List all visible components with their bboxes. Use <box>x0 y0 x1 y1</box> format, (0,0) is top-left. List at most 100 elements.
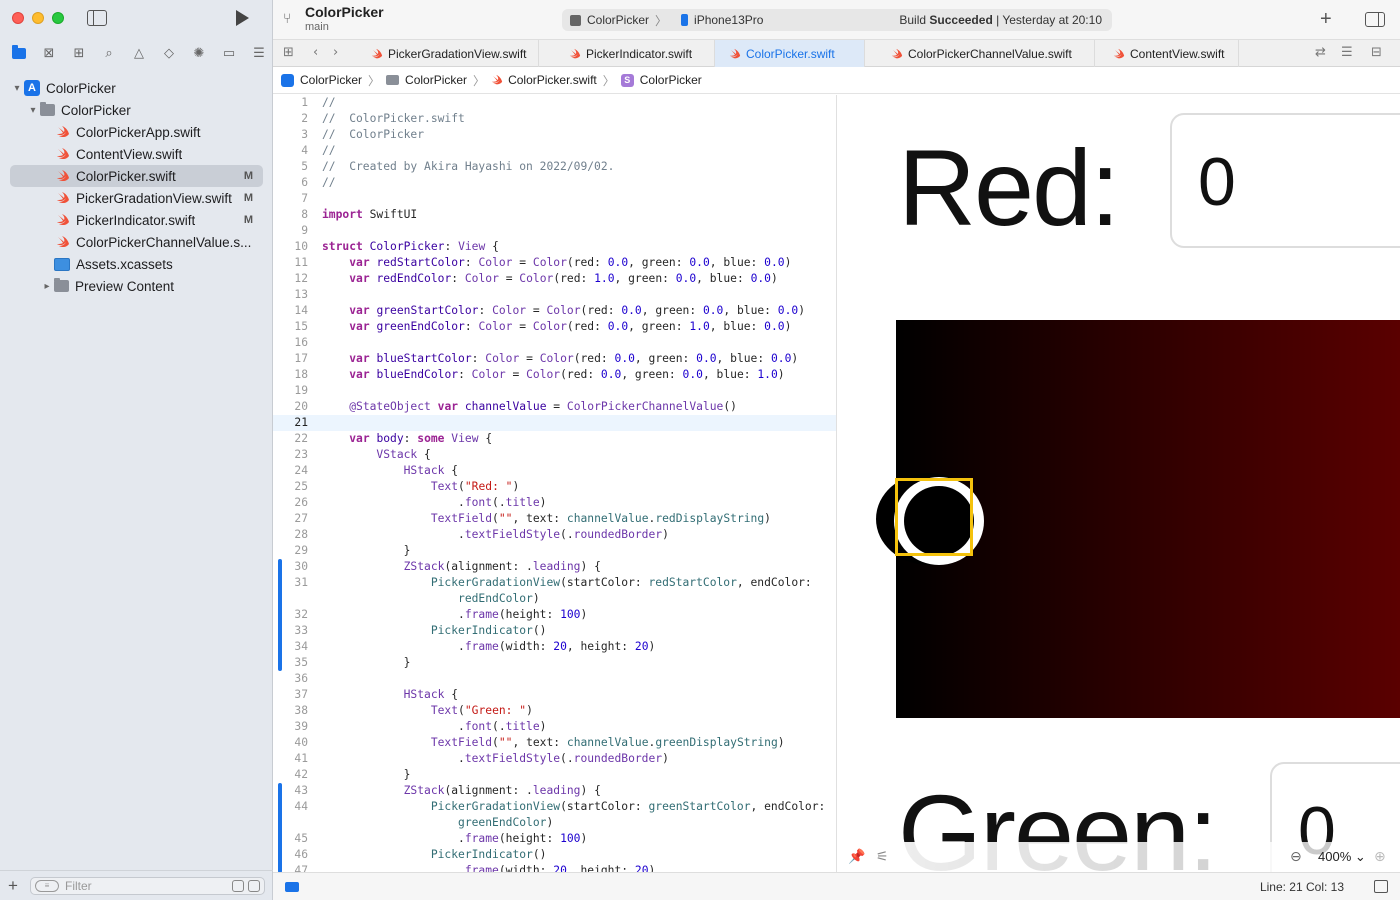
code-line[interactable]: 29 } <box>273 543 836 559</box>
variants-icon[interactable]: ⚟ <box>876 849 889 865</box>
code-line[interactable]: 19 <box>273 383 836 399</box>
code-line[interactable]: 46 PickerIndicator() <box>273 847 836 863</box>
code-line[interactable]: 33 PickerIndicator() <box>273 623 836 639</box>
debug-area-toggle-icon[interactable] <box>1374 880 1388 893</box>
source-editor[interactable]: 1 // 2 // ColorPicker.swift 3 // ColorPicker 4… <box>273 95 837 872</box>
filter-input[interactable]: ≡ Filter <box>30 876 265 895</box>
code-line[interactable]: 42 } <box>273 767 836 783</box>
breadcrumb-file[interactable]: ColorPicker.swift <box>491 73 597 87</box>
tab-color-picker[interactable]: ColorPicker.swift <box>715 40 865 67</box>
tab-content-view[interactable]: ContentView.swift <box>1099 40 1239 67</box>
library-plus-button[interactable]: + <box>1320 8 1332 31</box>
run-button[interactable] <box>236 10 249 26</box>
breadcrumb-symbol[interactable]: S ColorPicker <box>620 73 702 87</box>
code-line[interactable]: 38 Text("Green: ") <box>273 703 836 719</box>
tab-color-picker-channel-value[interactable]: ColorPickerChannelValue.swift <box>877 40 1095 67</box>
code-line[interactable]: 25 Text("Red: ") <box>273 479 836 495</box>
code-line[interactable]: 13 <box>273 287 836 303</box>
code-line[interactable]: 11 var redStartColor: Color = Color(red:… <box>273 255 836 271</box>
sidebar-toggle-icon[interactable] <box>87 10 107 26</box>
code-line[interactable]: 37 HStack { <box>273 687 836 703</box>
preview-canvas[interactable]: Red: 0 Green: 0 <box>838 95 1400 872</box>
breakpoint-navigator-tab[interactable]: ▭ <box>216 42 242 64</box>
breadcrumb-folder[interactable]: ColorPicker <box>386 73 467 87</box>
test-navigator-tab[interactable]: ◇ <box>156 42 182 64</box>
code-line[interactable]: 10 struct ColorPicker: View { <box>273 239 836 255</box>
minimize-window-button[interactable] <box>32 12 44 24</box>
find-navigator-tab[interactable]: ⌕ <box>96 42 122 64</box>
code-line[interactable]: 27 TextField("", text: channelValue.redD… <box>273 511 836 527</box>
code-line[interactable]: 8 import SwiftUI <box>273 207 836 223</box>
code-line[interactable]: 7 <box>273 191 836 207</box>
code-line[interactable]: 16 <box>273 335 836 351</box>
red-value-field[interactable]: 0 <box>1170 113 1400 248</box>
split-editor-icon[interactable]: ⊟ <box>1371 45 1382 60</box>
code-line[interactable]: redEndColor) <box>273 591 836 607</box>
tree-row-folder[interactable]: ▾ ColorPicker <box>10 99 263 121</box>
issue-navigator-tab[interactable]: △ <box>126 42 152 64</box>
code-line[interactable]: 45 .frame(height: 100) <box>273 831 836 847</box>
close-window-button[interactable] <box>12 12 24 24</box>
code-line[interactable]: 20 @StateObject var channelValue = Color… <box>273 399 836 415</box>
code-line[interactable]: 21 <box>273 415 836 431</box>
tree-row-file[interactable]: ContentView.swift <box>10 143 263 165</box>
tree-row-file[interactable]: PickerGradationView.swift M <box>10 187 263 209</box>
source-control-filter-icon[interactable] <box>248 879 260 892</box>
zoom-out-icon[interactable]: ⊖ <box>1290 849 1302 865</box>
tree-row-folder[interactable]: ▸ Preview Content <box>10 275 263 297</box>
code-line[interactable]: 14 var greenStartColor: Color = Color(re… <box>273 303 836 319</box>
code-line[interactable]: 2 // ColorPicker.swift <box>273 111 836 127</box>
code-line[interactable]: 30 ZStack(alignment: .leading) { <box>273 559 836 575</box>
inspector-toggle-icon[interactable] <box>1365 12 1385 27</box>
code-line[interactable]: 3 // ColorPicker <box>273 127 836 143</box>
code-line[interactable]: 35 } <box>273 655 836 671</box>
code-line[interactable]: 6 // <box>273 175 836 191</box>
code-line[interactable]: 4 // <box>273 143 836 159</box>
code-line[interactable]: 18 var blueEndColor: Color = Color(red: … <box>273 367 836 383</box>
tree-row-project[interactable]: ▾ A ColorPicker <box>10 77 263 99</box>
code-line[interactable]: 12 var redEndColor: Color = Color(red: 1… <box>273 271 836 287</box>
code-line[interactable]: 22 var body: some View { <box>273 431 836 447</box>
code-line[interactable]: 43 ZStack(alignment: .leading) { <box>273 783 836 799</box>
back-arrow-icon[interactable]: ‹ <box>313 45 318 60</box>
code-line[interactable]: 47 .frame(width: 20, height: 20) <box>273 863 836 872</box>
code-line[interactable]: 40 TextField("", text: channelValue.gree… <box>273 735 836 751</box>
report-navigator-tab[interactable]: ☰ <box>246 42 272 64</box>
code-line[interactable]: 28 .textFieldStyle(.roundedBorder) <box>273 527 836 543</box>
code-line[interactable]: 44 PickerGradationView(startColor: green… <box>273 799 836 815</box>
symbol-navigator-tab[interactable]: ⊞ <box>66 42 92 64</box>
tree-row-file[interactable]: PickerIndicator.swift M <box>10 209 263 231</box>
tree-row-file-selected[interactable]: ColorPicker.swift M <box>10 165 263 187</box>
code-line[interactable]: 31 PickerGradationView(startColor: redSt… <box>273 575 836 591</box>
source-control-navigator-tab[interactable]: ⊠ <box>36 42 62 64</box>
code-line[interactable]: 32 .frame(height: 100) <box>273 607 836 623</box>
tree-row-file[interactable]: ColorPickerChannelValue.s... <box>10 231 263 253</box>
breadcrumb-project[interactable]: ColorPicker <box>281 73 362 87</box>
code-line[interactable]: 39 .font(.title) <box>273 719 836 735</box>
code-line[interactable]: 34 .frame(width: 20, height: 20) <box>273 639 836 655</box>
code-line[interactable]: 36 <box>273 671 836 687</box>
destination-selector[interactable]: iPhone13Pro <box>675 13 763 27</box>
tree-row-file[interactable]: ColorPickerApp.swift <box>10 121 263 143</box>
code-line[interactable]: 24 HStack { <box>273 463 836 479</box>
editor-options-icon[interactable]: ☰ <box>1341 45 1353 60</box>
chevron-right-icon[interactable]: ▸ <box>40 281 54 292</box>
pin-icon[interactable]: 📌 <box>848 849 865 865</box>
code-line[interactable]: 41 .textFieldStyle(.roundedBorder) <box>273 751 836 767</box>
recent-files-icon[interactable] <box>232 879 244 892</box>
code-line[interactable]: 26 .font(.title) <box>273 495 836 511</box>
debug-navigator-tab[interactable]: ✺ <box>186 42 212 64</box>
tab-picker-gradation-view[interactable]: PickerGradationView.swift <box>357 40 539 67</box>
debug-toggle-icon[interactable] <box>285 882 299 892</box>
code-line[interactable]: greenEndColor) <box>273 815 836 831</box>
chevron-down-icon[interactable]: ▾ <box>10 83 24 94</box>
zoom-level-select[interactable]: 400% ⌄ <box>1318 849 1366 865</box>
grid-icon[interactable]: ⊞ <box>283 45 294 60</box>
code-line[interactable]: 5 // Created by Akira Hayashi on 2022/09/… <box>273 159 836 175</box>
code-line[interactable]: 23 VStack { <box>273 447 836 463</box>
tab-picker-indicator[interactable]: PickerIndicator.swift <box>555 40 715 67</box>
chevron-down-icon[interactable]: ▾ <box>26 105 40 116</box>
tree-row-assets[interactable]: Assets.xcassets <box>10 253 263 275</box>
zoom-in-icon[interactable]: ⊕ <box>1374 849 1386 865</box>
forward-arrow-icon[interactable]: › <box>333 45 338 60</box>
